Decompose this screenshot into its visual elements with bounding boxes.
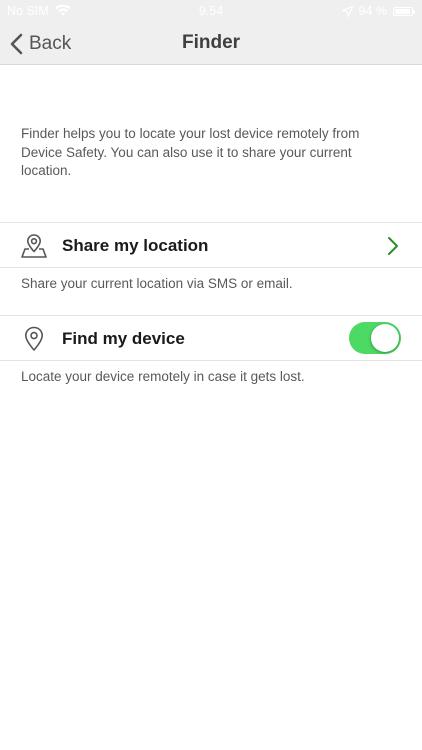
top-header: No SIM 9.54 94 % Back Finder bbox=[0, 0, 422, 65]
toggle-knob bbox=[371, 324, 399, 352]
find-device-row: Find my device bbox=[0, 315, 422, 361]
status-bar: No SIM 9.54 94 % bbox=[0, 0, 422, 22]
find-device-toggle[interactable] bbox=[349, 322, 401, 354]
share-location-label: Share my location bbox=[62, 236, 209, 255]
chevron-right-icon[interactable] bbox=[386, 235, 400, 257]
location-pin-icon bbox=[25, 326, 43, 351]
find-device-label: Find my device bbox=[62, 329, 185, 348]
battery-fill bbox=[395, 8, 410, 14]
battery-percent: 94 % bbox=[358, 4, 388, 18]
map-pin-icon bbox=[21, 234, 47, 258]
location-arrow-icon bbox=[341, 5, 353, 17]
share-location-description: Share your current location via SMS or e… bbox=[21, 276, 293, 291]
battery-icon bbox=[393, 6, 415, 16]
find-device-description: Locate your device remotely in case it g… bbox=[21, 369, 305, 384]
status-right: 94 % bbox=[341, 4, 415, 18]
intro-text: Finder helps you to locate your lost dev… bbox=[21, 126, 360, 178]
share-location-row[interactable]: Share my location bbox=[0, 222, 422, 268]
page-title: Finder bbox=[181, 32, 241, 53]
